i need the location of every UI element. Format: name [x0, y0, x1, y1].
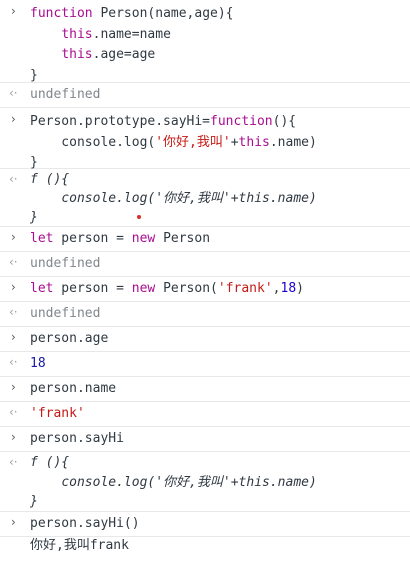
- output-prompt-icon: ‹·: [9, 172, 18, 186]
- code-block: function Person(name,age){ this.name=nam…: [30, 6, 234, 83]
- input-prompt-icon: ›: [11, 515, 16, 529]
- breakpoint-dot: [137, 215, 141, 219]
- console-input-entry[interactable]: › person.sayHi: [0, 427, 410, 452]
- input-prompt-icon: ›: [11, 4, 16, 18]
- output-prompt-icon: ‹·: [9, 255, 18, 269]
- input-prompt-icon: ›: [11, 112, 16, 126]
- console-input-entry[interactable]: › person.sayHi(): [0, 512, 410, 537]
- output-prompt-icon: ‹·: [9, 305, 18, 319]
- console-panel: › function Person(name,age){ this.name=n…: [0, 0, 410, 553]
- code-block: Person.prototype.sayHi=function(){ conso…: [30, 114, 317, 170]
- console-output-entry: ‹· undefined: [0, 252, 410, 277]
- function-output: f (){ console.log('你好,我叫'+this.name) }: [30, 172, 317, 225]
- output-prompt-icon: ‹·: [9, 355, 18, 369]
- console-input-entry[interactable]: › person.age: [0, 327, 410, 352]
- console-input-entry[interactable]: › let person = new Person('frank',18): [0, 277, 410, 302]
- input-prompt-icon: ›: [11, 230, 16, 244]
- input-prompt-icon: ›: [11, 280, 16, 294]
- keyword-function: function: [30, 6, 93, 21]
- output-prompt-icon: ‹·: [9, 455, 18, 469]
- input-prompt-icon: ›: [11, 430, 16, 444]
- code-line: person.sayHi(): [30, 516, 140, 531]
- output-value: undefined: [30, 87, 101, 102]
- console-output-entry: ‹· f (){ console.log('你好,我叫'+this.name) …: [0, 452, 410, 512]
- console-output-entry: ‹· undefined: [0, 302, 410, 327]
- function-output: f (){ console.log('你好,我叫'+this.name) }: [30, 455, 317, 509]
- console-input-entry[interactable]: › Person.prototype.sayHi=function(){ con…: [0, 108, 410, 170]
- console-log-entry: 你好,我叫frank: [0, 537, 410, 567]
- console-input-entry[interactable]: › let person = new Person: [0, 227, 410, 252]
- log-output: 你好,我叫frank: [30, 538, 129, 553]
- output-prompt-icon: ‹·: [9, 86, 18, 100]
- console-output-entry: ‹· f (){ console.log('你好,我叫'+this.name) …: [0, 169, 410, 227]
- code-line: let person = new Person('frank',18): [30, 281, 304, 296]
- output-value: 18: [30, 356, 46, 371]
- output-value: undefined: [30, 256, 101, 271]
- code-line: person.age: [30, 331, 109, 346]
- output-prompt-icon: ‹·: [9, 405, 18, 419]
- console-output-entry: ‹· undefined: [0, 83, 410, 108]
- output-value: undefined: [30, 306, 101, 321]
- code-line: person.name: [30, 381, 117, 396]
- code-line: let person = new Person: [30, 231, 211, 246]
- code-fragment: Person(name,age){: [100, 6, 234, 21]
- input-prompt-icon: ›: [11, 380, 16, 394]
- output-value: 'frank': [30, 406, 85, 421]
- console-output-entry: ‹· 18: [0, 352, 410, 377]
- input-prompt-icon: ›: [11, 330, 16, 344]
- console-output-entry: ‹· 'frank': [0, 402, 410, 427]
- console-input-entry[interactable]: › person.name: [0, 377, 410, 402]
- code-line: person.sayHi: [30, 431, 124, 446]
- console-input-entry[interactable]: › function Person(name,age){ this.name=n…: [0, 0, 410, 83]
